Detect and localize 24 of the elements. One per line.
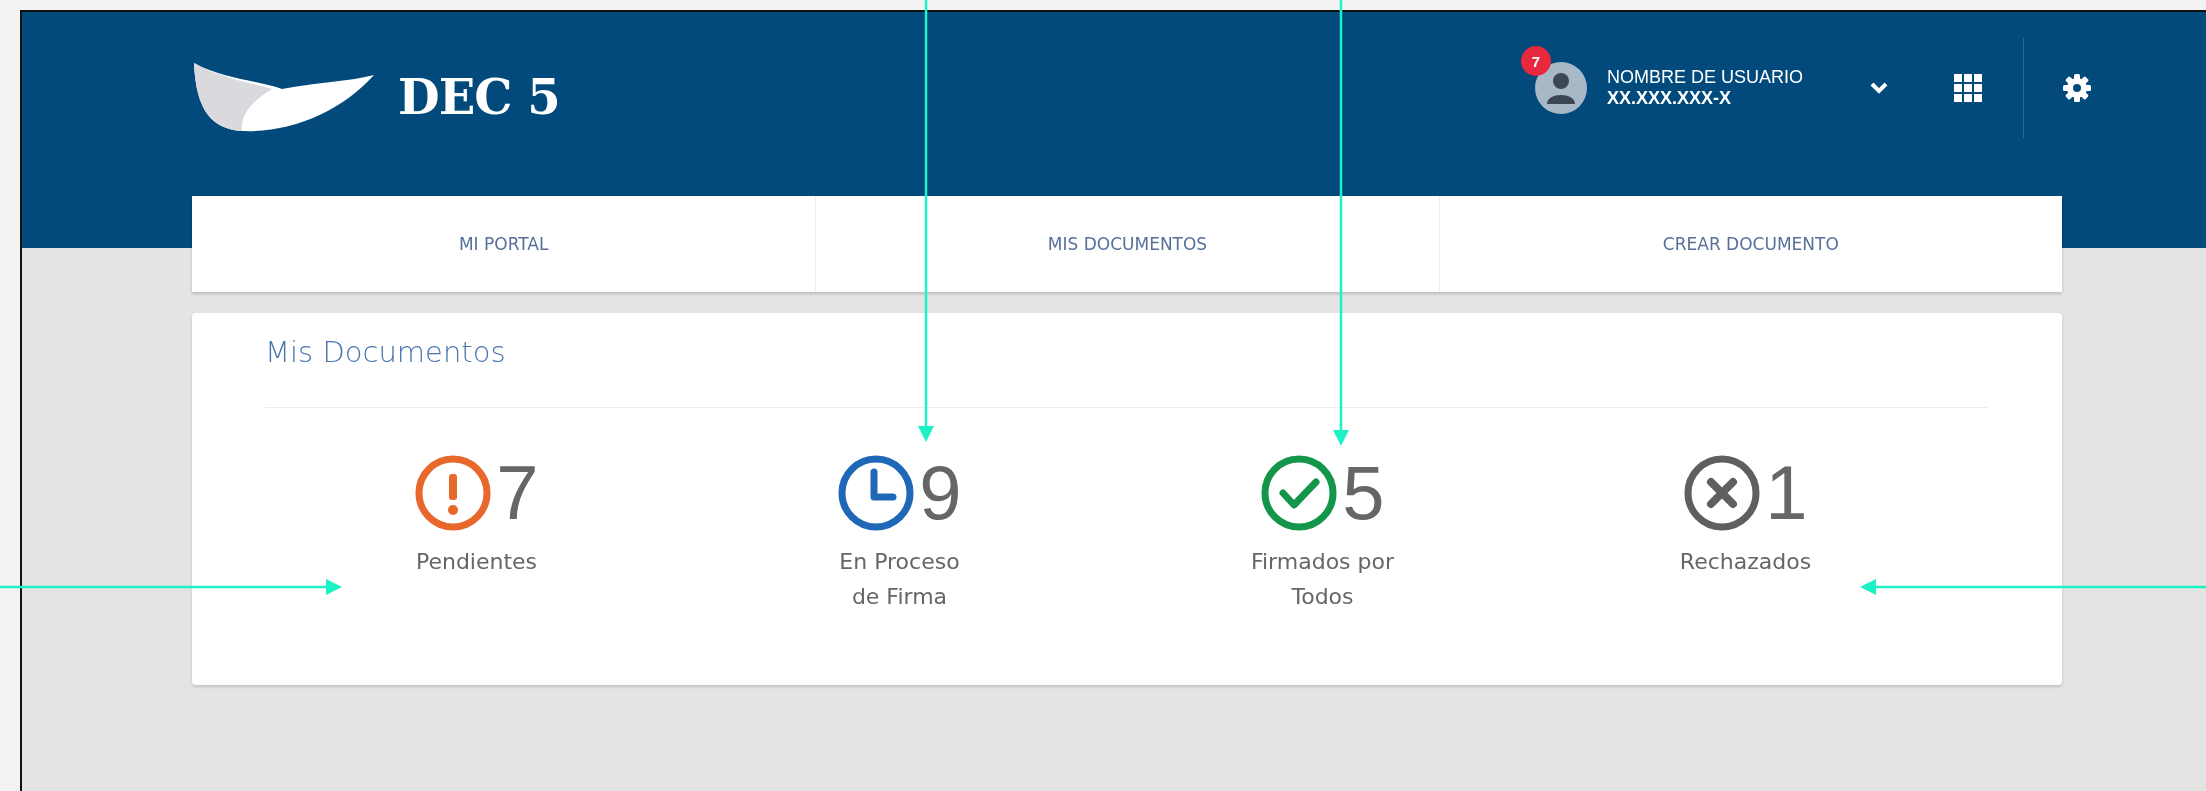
- status-label: Rechazados: [1679, 548, 1812, 576]
- logo-text: DEC 5: [398, 69, 560, 125]
- exclamation-circle-icon: [414, 454, 493, 532]
- status-label: Firmados por Todos: [1250, 548, 1395, 611]
- x-circle-icon: [1683, 454, 1762, 532]
- card-title: Mis Documentos: [265, 335, 507, 371]
- document-count: 1: [1765, 455, 1808, 531]
- nav-tab[interactable]: CREAR DOCUMENTO: [1438, 196, 2062, 292]
- user-name: NOMBRE DE USUARIO: [1606, 67, 1803, 88]
- status-label: En Proceso de Firma: [839, 548, 960, 611]
- notification-badge: 7: [1520, 46, 1551, 76]
- nav-tab[interactable]: MI PORTAL: [192, 196, 816, 292]
- document-count: 5: [1342, 455, 1385, 531]
- check-circle-icon: [1260, 454, 1339, 532]
- status-label: Pendientes: [415, 548, 538, 576]
- document-count: 9: [919, 455, 962, 531]
- settings-icon[interactable]: [2062, 73, 2092, 103]
- clock-icon: [837, 454, 916, 532]
- logo-icon: [192, 61, 376, 133]
- document-count: 7: [496, 455, 539, 531]
- user-id: XX.XXX.XXX-X: [1606, 88, 1733, 109]
- chevron-down-icon[interactable]: [1869, 81, 1889, 95]
- apps-grid-icon[interactable]: [1953, 73, 1983, 103]
- nav-tab[interactable]: MIS DOCUMENTOS: [815, 196, 1439, 292]
